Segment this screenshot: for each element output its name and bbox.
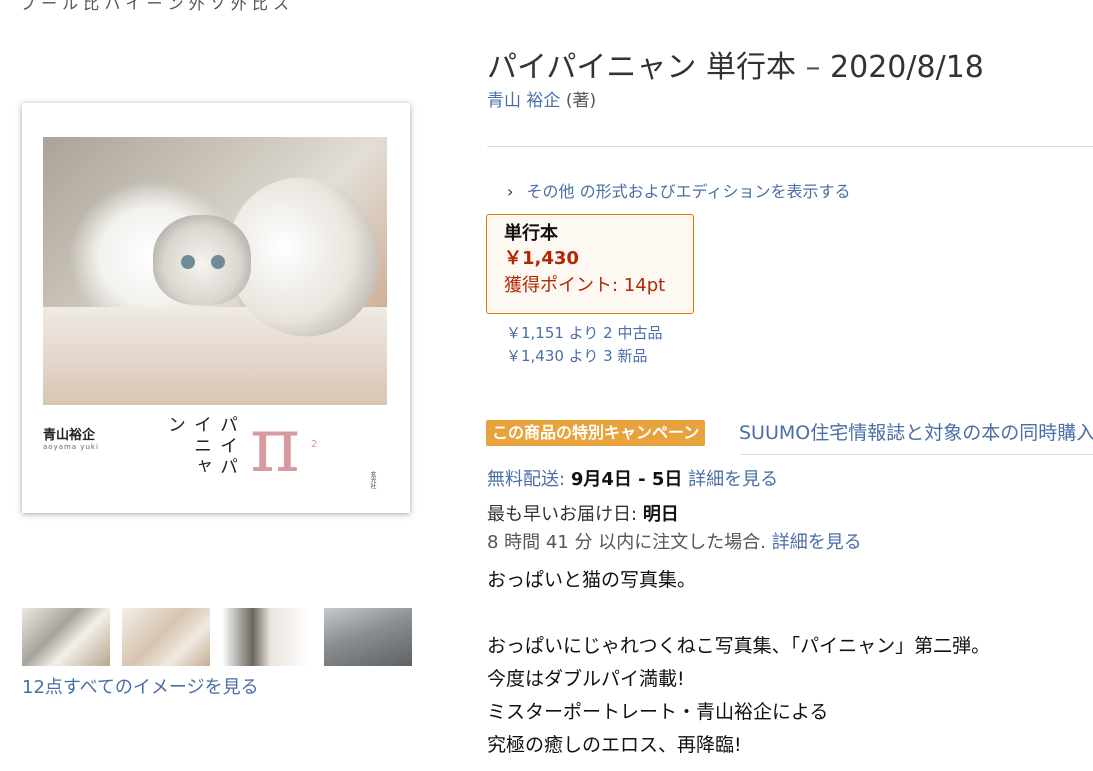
other-formats-text: その他 の形式およびエディションを表示する — [526, 182, 851, 201]
thumbnail-2[interactable] — [122, 608, 210, 666]
free-shipping-label: 無料配送: — [487, 469, 566, 490]
cover-pi-symbol: π — [250, 400, 300, 489]
format-name: 単行本 — [504, 223, 558, 244]
new-offers-link[interactable]: ￥1,430 より 3 新品 — [506, 347, 648, 365]
earliest-delivery-value: 明日 — [642, 504, 679, 525]
cover-author-roman: aoyama yuki — [43, 443, 99, 451]
divider — [487, 146, 1093, 147]
cover-publisher: 玄光社 — [369, 471, 376, 489]
other-offers: ￥1,151 より 2 中古品 ￥1,430 より 3 新品 — [506, 322, 663, 368]
campaign-badge: この商品の特別キャンペーン — [486, 420, 706, 446]
description-line: 究極の癒しのエロス、再降臨! — [487, 734, 742, 756]
shipping-details-link[interactable]: 詳細を見る — [688, 469, 778, 490]
free-shipping-info: 無料配送: 9月4日 - 5日 詳細を見る — [487, 465, 778, 491]
product-title: パイパイニャン 単行本 – 2020/8/18 — [487, 42, 984, 86]
see-all-images-link[interactable]: 12点すべてのイメージを見る — [22, 673, 259, 699]
title-date: 2020/8/18 — [830, 50, 984, 85]
other-formats-link[interactable]: › その他 の形式およびエディションを表示する — [507, 178, 850, 202]
format-points: 獲得ポイント: 14pt — [504, 275, 666, 296]
description-line: おっぱいにじゃれつくねこ写真集、「パイニャン」第二弾。 — [487, 635, 991, 657]
cover-pi-superscript: 2 — [311, 439, 318, 450]
order-cutoff-text: 8 時間 41 分 以内に注文した場合. — [487, 532, 766, 553]
order-cutoff: 8 時間 41 分 以内に注文した場合. 詳細を見る — [487, 528, 862, 554]
description-line: おっぱいと猫の写真集。 — [487, 569, 697, 591]
used-offers-link[interactable]: ￥1,151 より 2 中古品 — [506, 324, 663, 342]
earliest-delivery: 最も早いお届け日: 明日 — [487, 500, 679, 526]
author-role: (著) — [565, 91, 597, 111]
cut-off-breadcrumb: ブ ー ル 比 ハ イ ー ン 外 ソ 外 比 ス — [20, 0, 290, 13]
product-description: おっぱいと猫の写真集。 おっぱいにじゃれつくねこ写真集、「パイニャン」第二弾。 … — [487, 564, 990, 762]
cutoff-details-link[interactable]: 詳細を見る — [772, 532, 862, 553]
chevron-right-icon: › — [507, 182, 514, 201]
cover-title: パイパイニャン — [165, 415, 238, 478]
byline: 青山 裕企 (著) — [487, 86, 596, 111]
campaign-divider — [740, 454, 1093, 455]
format-price: ￥1,430 — [504, 248, 579, 269]
earliest-delivery-label: 最も早いお届け日: — [487, 504, 638, 525]
thumbnail-3[interactable] — [222, 608, 310, 666]
delivery-dates: 9月4日 - 5日 — [570, 469, 683, 490]
format-option-tankobon[interactable]: 単行本 ￥1,430 獲得ポイント: 14pt — [486, 214, 694, 314]
thumbnail-1[interactable] — [22, 608, 110, 666]
description-line: 今度はダブルパイ満載! — [487, 668, 685, 690]
campaign-link[interactable]: SUUMO住宅情報誌と対象の本の同時購入 — [739, 420, 1093, 446]
title-format: 単行本 — [705, 50, 796, 85]
description-line: ミスターポートレート・青山裕企による — [487, 701, 829, 723]
thumbnail-4[interactable] — [324, 608, 412, 666]
title-text: パイパイニャン — [487, 50, 697, 85]
cover-author: 青山裕企 — [43, 428, 96, 443]
cover-photo — [43, 137, 387, 405]
author-link[interactable]: 青山 裕企 — [487, 91, 560, 111]
book-cover-image[interactable]: 青山裕企 aoyama yuki パイパイニャン π 2 玄光社 — [22, 103, 410, 513]
title-separator: – — [805, 50, 821, 85]
